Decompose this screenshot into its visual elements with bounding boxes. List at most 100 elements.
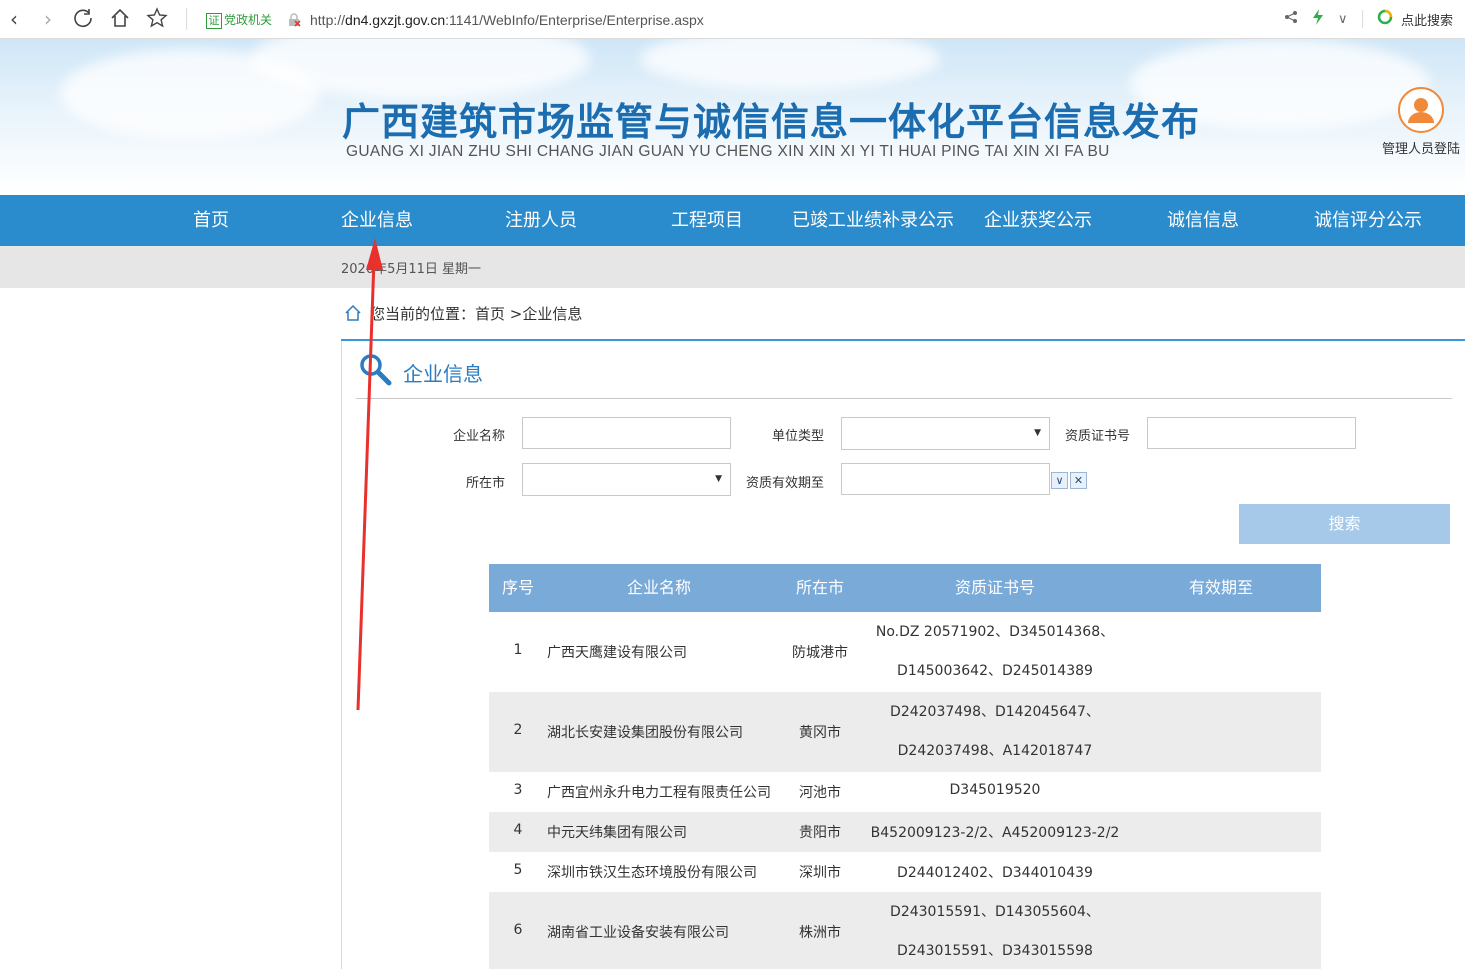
panel-left-border bbox=[341, 341, 342, 969]
company-name-label: 企业名称 bbox=[453, 429, 506, 444]
row-city: 黄冈市 bbox=[799, 725, 841, 741]
gov-badge-icon: 证 bbox=[206, 13, 222, 29]
user-icon[interactable] bbox=[1398, 87, 1444, 133]
address-bar[interactable]: http://dn4.gxzjt.gov.cn:1141/WebInfo/Ent… bbox=[310, 10, 704, 30]
url-prefix: http:// bbox=[310, 12, 346, 28]
nav-enterprise-info[interactable]: 企业信息 bbox=[322, 195, 432, 246]
back-icon[interactable]: ‹ bbox=[2, 7, 26, 31]
row-name[interactable]: 湖北长安建设集团股份有限公司 bbox=[547, 722, 747, 742]
clear-date-icon[interactable]: ✕ bbox=[1070, 472, 1087, 489]
address-divider bbox=[186, 8, 187, 30]
row-cert: D242037498、D142045647、 D242037498、A142018… bbox=[869, 702, 1121, 761]
cert-line: D242037498、A142018747 bbox=[897, 743, 1093, 759]
nav-projects[interactable]: 工程项目 bbox=[652, 195, 762, 246]
row-no: 4 bbox=[513, 822, 523, 838]
cert-no-input[interactable] bbox=[1147, 417, 1356, 449]
nav-home[interactable]: 首页 bbox=[166, 195, 256, 246]
divider bbox=[1361, 10, 1363, 28]
col-header-cert: 资质证书号 bbox=[954, 578, 1035, 597]
city-label: 所在市 bbox=[466, 476, 506, 491]
annotation-arrow-shaft bbox=[356, 259, 376, 711]
row-name[interactable]: 广西天鹰建设有限公司 bbox=[547, 642, 747, 662]
cloud-decoration bbox=[640, 39, 940, 89]
star-icon[interactable] bbox=[145, 7, 169, 31]
row-city: 河池市 bbox=[799, 785, 841, 801]
search-icon bbox=[358, 352, 392, 391]
gov-badge[interactable]: 证党政机关 bbox=[206, 11, 272, 29]
row-cert: No.DZ 20571902、D345014368、 D145003642、D24… bbox=[869, 622, 1121, 681]
row-cert: D243015591、D143055604、 D243015591、D343015… bbox=[869, 902, 1121, 961]
browser-toolbar: ‹ › 证党政机关 http://dn4.gxzjt.gov.cn:1141/W… bbox=[0, 0, 1465, 39]
cert-no-label: 资质证书号 bbox=[1065, 429, 1131, 444]
speed-mode-icon[interactable] bbox=[1312, 9, 1324, 29]
nav-credit-scores[interactable]: 诚信评分公示 bbox=[1308, 195, 1428, 246]
valid-until-input[interactable] bbox=[841, 463, 1050, 495]
home-icon[interactable] bbox=[344, 304, 364, 322]
cert-line: D243015591、D343015598 bbox=[897, 943, 1093, 959]
breadcrumb-text: 您当前的位置：首页 >企业信息 bbox=[370, 305, 583, 323]
unit-type-select[interactable]: ▼ bbox=[841, 417, 1050, 450]
row-name[interactable]: 深圳市铁汉生态环境股份有限公司 bbox=[547, 862, 757, 882]
table-row[interactable]: 4 中元天纬集团有限公司 贵阳市 B452009123-2/2、A4520091… bbox=[489, 812, 1321, 852]
col-header-no: 序号 bbox=[501, 578, 534, 597]
url-path: :1141/WebInfo/Enterprise/Enterprise.aspx bbox=[445, 12, 704, 28]
row-no: 2 bbox=[513, 722, 523, 738]
dropdown-arrow-icon: ▼ bbox=[1034, 428, 1041, 438]
dropdown-arrow-icon: ▼ bbox=[715, 474, 722, 484]
nav-awards[interactable]: 企业获奖公示 bbox=[980, 195, 1096, 246]
col-header-expiry: 有效期至 bbox=[1188, 578, 1253, 597]
current-date: 2020年5月11日 星期一 bbox=[341, 262, 482, 277]
breadcrumb: 您当前的位置：首页 >企业信息 bbox=[344, 303, 582, 324]
company-name-input[interactable] bbox=[522, 417, 731, 449]
row-name[interactable]: 湖南省工业设备安装有限公司 bbox=[547, 922, 747, 942]
table-row[interactable]: 5 深圳市铁汉生态环境股份有限公司 深圳市 D244012402、D344010… bbox=[489, 852, 1321, 892]
enterprise-table: 序号 企业名称 所在市 资质证书号 有效期至 1 广西天鹰建设有限公司 防城港市… bbox=[489, 564, 1321, 969]
nav-credit-info[interactable]: 诚信信息 bbox=[1148, 195, 1258, 246]
table-row[interactable]: 1 广西天鹰建设有限公司 防城港市 No.DZ 20571902、D345014… bbox=[489, 612, 1321, 692]
gov-badge-label: 党政机关 bbox=[224, 13, 273, 27]
unit-type-label: 单位类型 bbox=[772, 429, 825, 444]
home-icon[interactable] bbox=[108, 7, 132, 31]
admin-login[interactable]: 管理人员登陆 bbox=[1376, 87, 1465, 157]
row-city: 株洲市 bbox=[799, 925, 841, 941]
date-bar: 2020年5月11日 星期一 bbox=[0, 246, 1465, 288]
forward-icon[interactable]: › bbox=[36, 7, 60, 31]
row-city: 深圳市 bbox=[799, 865, 841, 881]
share-icon[interactable] bbox=[1284, 10, 1298, 28]
search-button[interactable]: 搜索 bbox=[1239, 504, 1450, 544]
date-picker-icon[interactable]: ∨ bbox=[1051, 472, 1068, 489]
search-engine-icon[interactable] bbox=[1377, 9, 1393, 29]
row-cert: D244012402、D344010439 bbox=[897, 865, 1093, 881]
main-nav: 首页 企业信息 注册人员 工程项目 已竣工业绩补录公示 企业获奖公示 诚信信息 … bbox=[0, 195, 1465, 246]
site-title: 广西建筑市场监管与诚信信息一体化平台信息发布 bbox=[342, 100, 1201, 144]
insecure-lock-icon[interactable] bbox=[287, 12, 301, 27]
city-select[interactable]: ▼ bbox=[522, 463, 731, 496]
row-cert: B452009123-2/2、A452009123-2/2 bbox=[870, 825, 1120, 841]
section-divider bbox=[356, 398, 1452, 399]
chevron-down-icon[interactable]: ∨ bbox=[1338, 12, 1348, 27]
url-host: dn4.gxzjt.gov.cn bbox=[345, 12, 446, 28]
row-city: 防城港市 bbox=[792, 645, 848, 661]
nav-registered-personnel[interactable]: 注册人员 bbox=[486, 195, 596, 246]
site-header: 广西建筑市场监管与诚信信息一体化平台信息发布 GUANG XI JIAN ZHU… bbox=[0, 39, 1465, 195]
table-row[interactable]: 2 湖北长安建设集团股份有限公司 黄冈市 D242037498、D1420456… bbox=[489, 692, 1321, 772]
row-no: 3 bbox=[513, 782, 523, 798]
table-header: 序号 企业名称 所在市 资质证书号 有效期至 bbox=[489, 564, 1321, 612]
search-shortcut[interactable]: 点此搜索 bbox=[1401, 10, 1453, 29]
cert-line: D243015591、D143055604、 bbox=[890, 904, 1100, 920]
col-header-name: 企业名称 bbox=[626, 578, 691, 597]
row-city: 贵阳市 bbox=[799, 825, 841, 841]
panel-top-border bbox=[341, 339, 1465, 341]
table-row[interactable]: 3 广西宜州永升电力工程有限责任公司 河池市 D345019520 bbox=[489, 772, 1321, 812]
cert-line: D145003642、D245014389 bbox=[897, 663, 1093, 679]
nav-completed-supplement[interactable]: 已竣工业绩补录公示 bbox=[787, 195, 959, 246]
row-name[interactable]: 中元天纬集团有限公司 bbox=[547, 822, 747, 842]
table-row[interactable]: 6 湖南省工业设备安装有限公司 株洲市 D243015591、D14305560… bbox=[489, 892, 1321, 969]
row-cert: D345019520 bbox=[949, 782, 1041, 798]
cert-line: No.DZ 20571902、D345014368、 bbox=[875, 624, 1115, 640]
row-no: 1 bbox=[513, 642, 523, 658]
admin-login-label[interactable]: 管理人员登陆 bbox=[1376, 138, 1465, 157]
refresh-icon[interactable] bbox=[71, 7, 95, 31]
row-name[interactable]: 广西宜州永升电力工程有限责任公司 bbox=[547, 782, 771, 802]
valid-until-label: 资质有效期至 bbox=[746, 476, 825, 491]
